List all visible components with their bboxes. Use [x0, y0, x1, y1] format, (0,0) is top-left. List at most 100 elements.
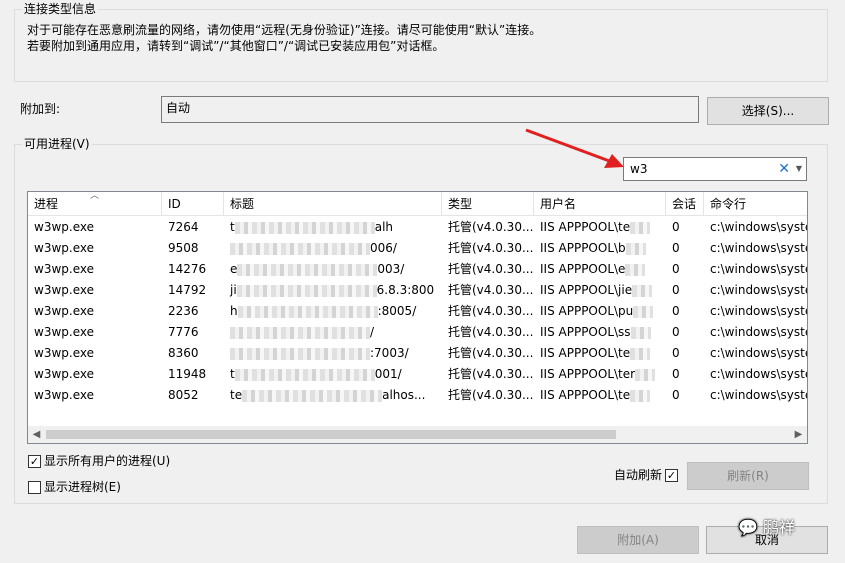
column-session[interactable]: 会话 — [666, 192, 704, 216]
scroll-right-icon[interactable]: ▶ — [790, 426, 807, 443]
process-cell-id: 7776 — [168, 325, 199, 339]
process-cell-title: 006/ — [224, 238, 442, 259]
redacted-text — [234, 368, 375, 381]
show-all-users-checkbox[interactable]: ✓ — [28, 455, 41, 468]
select-code-type-button[interactable]: 选择(S)... — [707, 97, 829, 125]
redacted-text — [230, 326, 370, 339]
process-row[interactable]: w3wp.exe 14792 ji 6.8.3:800 托管(v4.0.30... IIS… — [28, 280, 807, 301]
process-cell-cmd: c:\windows\syste — [710, 262, 808, 276]
process-cell-cmd: c:\windows\syste — [710, 346, 808, 360]
processes-title: 可用进程(V) — [22, 137, 92, 151]
annotation-arrow-icon — [525, 128, 624, 168]
process-cell-type: 托管(v4.0.30... — [448, 325, 534, 339]
redacted-text — [242, 389, 383, 402]
process-row[interactable]: w3wp.exe 9508 006/托管(v4.0.30... IIS APPPOOL… — [28, 238, 807, 259]
process-row[interactable]: w3wp.exe 7264 t alh 托管(v4.0.30... IIS APPPOOL… — [28, 217, 807, 238]
redacted-text — [236, 284, 377, 297]
process-cell-process: w3wp.exe — [34, 388, 94, 402]
process-cell-title: h:8005/ — [230, 304, 417, 318]
horizontal-scrollbar[interactable]: ◀ ▶ — [28, 426, 807, 443]
process-cell-user: IIS APPPOOL\te — [534, 343, 666, 364]
process-cell-process: w3wp.exe — [34, 262, 94, 276]
auto-refresh-label[interactable]: 自动刷新 — [614, 467, 662, 483]
process-cell-user: IIS APPPOOL\ter — [534, 364, 666, 385]
connection-info-line-2: 若要附加到通用应用，请转到“调试”/“其他窗口”/“调试已安装应用包”对话框。 — [27, 39, 445, 53]
attach-to-label: 附加到: — [20, 102, 61, 116]
process-cell-type: 托管(v4.0.30... — [448, 346, 534, 360]
process-cell-cmd: c:\windows\syste — [710, 325, 808, 339]
redacted-text — [234, 221, 375, 234]
process-cell-session: 0 — [672, 346, 680, 360]
column-username[interactable]: 用户名 — [534, 192, 666, 216]
process-cell-user: IIS APPPOOL\ss — [534, 322, 666, 343]
process-cell-process: w3wp.exe — [34, 283, 94, 297]
process-cell-title: :7003/ — [224, 343, 442, 364]
process-cell-type: 托管(v4.0.30... — [448, 367, 534, 381]
column-id[interactable]: ID — [162, 192, 224, 216]
process-list-header: 进程 ︿ ID 标题 类型 用户名 会话 命令行 — [28, 192, 807, 216]
process-cell-type: 托管(v4.0.30... — [448, 241, 534, 255]
process-cell-session: 0 — [672, 325, 680, 339]
process-cell-user: IIS APPPOOL\jie — [534, 280, 666, 301]
process-row[interactable]: w3wp.exe 11948 t 001/托管(v4.0.30... IIS APPPO… — [28, 364, 807, 385]
process-cell-title: / — [224, 322, 442, 343]
process-cell-process: w3wp.exe — [34, 367, 94, 381]
refresh-button[interactable]: 刷新(R) — [687, 462, 809, 490]
process-filter-input[interactable]: w3 ✕ ▼ — [623, 157, 807, 181]
process-cell-session: 0 — [672, 388, 680, 402]
redacted-text — [632, 284, 653, 297]
redacted-text — [230, 242, 370, 255]
redacted-text — [630, 326, 651, 339]
redacted-text — [630, 221, 651, 234]
column-title[interactable]: 标题 — [224, 192, 442, 216]
process-cell-process: w3wp.exe — [34, 346, 94, 360]
process-row[interactable]: w3wp.exe 14276 e 003/托管(v4.0.30... IIS APPPO… — [28, 259, 807, 280]
wechat-icon: 💬 — [738, 518, 758, 537]
redacted-text — [625, 242, 646, 255]
process-row[interactable]: w3wp.exe 8052 te alhos... 托管(v4.0.30... IIS A… — [28, 385, 807, 406]
scrollbar-thumb[interactable] — [46, 430, 616, 439]
auto-refresh-checkbox[interactable]: ✓ — [665, 469, 678, 482]
attach-button[interactable]: 附加(A) — [577, 526, 699, 554]
process-cell-title: ji 6.8.3:800 — [230, 283, 435, 297]
process-cell-title: e 003/ — [230, 262, 405, 276]
column-cmdline[interactable]: 命令行 — [704, 192, 807, 216]
process-cell-title: t 001/ — [230, 367, 402, 381]
process-cell-session: 0 — [672, 367, 680, 381]
chevron-down-icon[interactable]: ▼ — [796, 158, 802, 180]
redacted-text — [625, 263, 646, 276]
process-cell-title: t alh — [230, 220, 394, 234]
redacted-text — [633, 305, 654, 318]
process-cell-session: 0 — [672, 262, 680, 276]
process-cell-type: 托管(v4.0.30... — [448, 388, 534, 402]
process-cell-session: 0 — [672, 241, 680, 255]
redacted-text — [635, 368, 656, 381]
process-cell-id: 11948 — [168, 367, 207, 381]
attach-to-field[interactable]: 自动 — [161, 96, 699, 123]
process-cell-session: 0 — [672, 283, 680, 297]
process-cell-type: 托管(v4.0.30... — [448, 304, 534, 318]
process-cell-user: IIS APPPOOL\te — [534, 385, 666, 406]
connection-info-title: 连接类型信息 — [22, 2, 99, 16]
sort-ascending-icon: ︿ — [90, 191, 100, 201]
process-row[interactable]: w3wp.exe 7776 / 托管(v4.0.30... IIS APPPOOL\ss… — [28, 322, 807, 343]
process-cell-id: 8360 — [168, 346, 199, 360]
scroll-left-icon[interactable]: ◀ — [28, 426, 45, 443]
process-row[interactable]: w3wp.exe 8360 :7003/托管(v4.0.30... IIS APPPO… — [28, 343, 807, 364]
redacted-text — [230, 347, 370, 360]
redacted-text — [237, 263, 378, 276]
show-process-tree-checkbox[interactable] — [28, 481, 41, 494]
process-cell-user: IIS APPPOOL\b — [534, 238, 666, 259]
process-cell-user: IIS APPPOOL\pu — [534, 301, 666, 322]
clear-icon[interactable]: ✕ — [778, 158, 790, 180]
process-cell-type: 托管(v4.0.30... — [448, 220, 534, 234]
watermark-text: 鹏祥 — [763, 518, 796, 537]
process-cell-session: 0 — [672, 304, 680, 318]
show-all-users-label[interactable]: 显示所有用户的进程(U) — [44, 453, 170, 469]
process-row[interactable]: w3wp.exe 2236 h:8005/托管(v4.0.30... IIS APPP… — [28, 301, 807, 322]
show-process-tree-label[interactable]: 显示进程树(E) — [44, 479, 121, 495]
column-type[interactable]: 类型 — [442, 192, 534, 216]
process-list[interactable]: 进程 ︿ ID 标题 类型 用户名 会话 命令行 w3wp.exe 7264 t al… — [27, 191, 808, 444]
process-cell-user: IIS APPPOOL\te — [534, 217, 666, 238]
process-filter-value: w3 — [630, 162, 648, 176]
